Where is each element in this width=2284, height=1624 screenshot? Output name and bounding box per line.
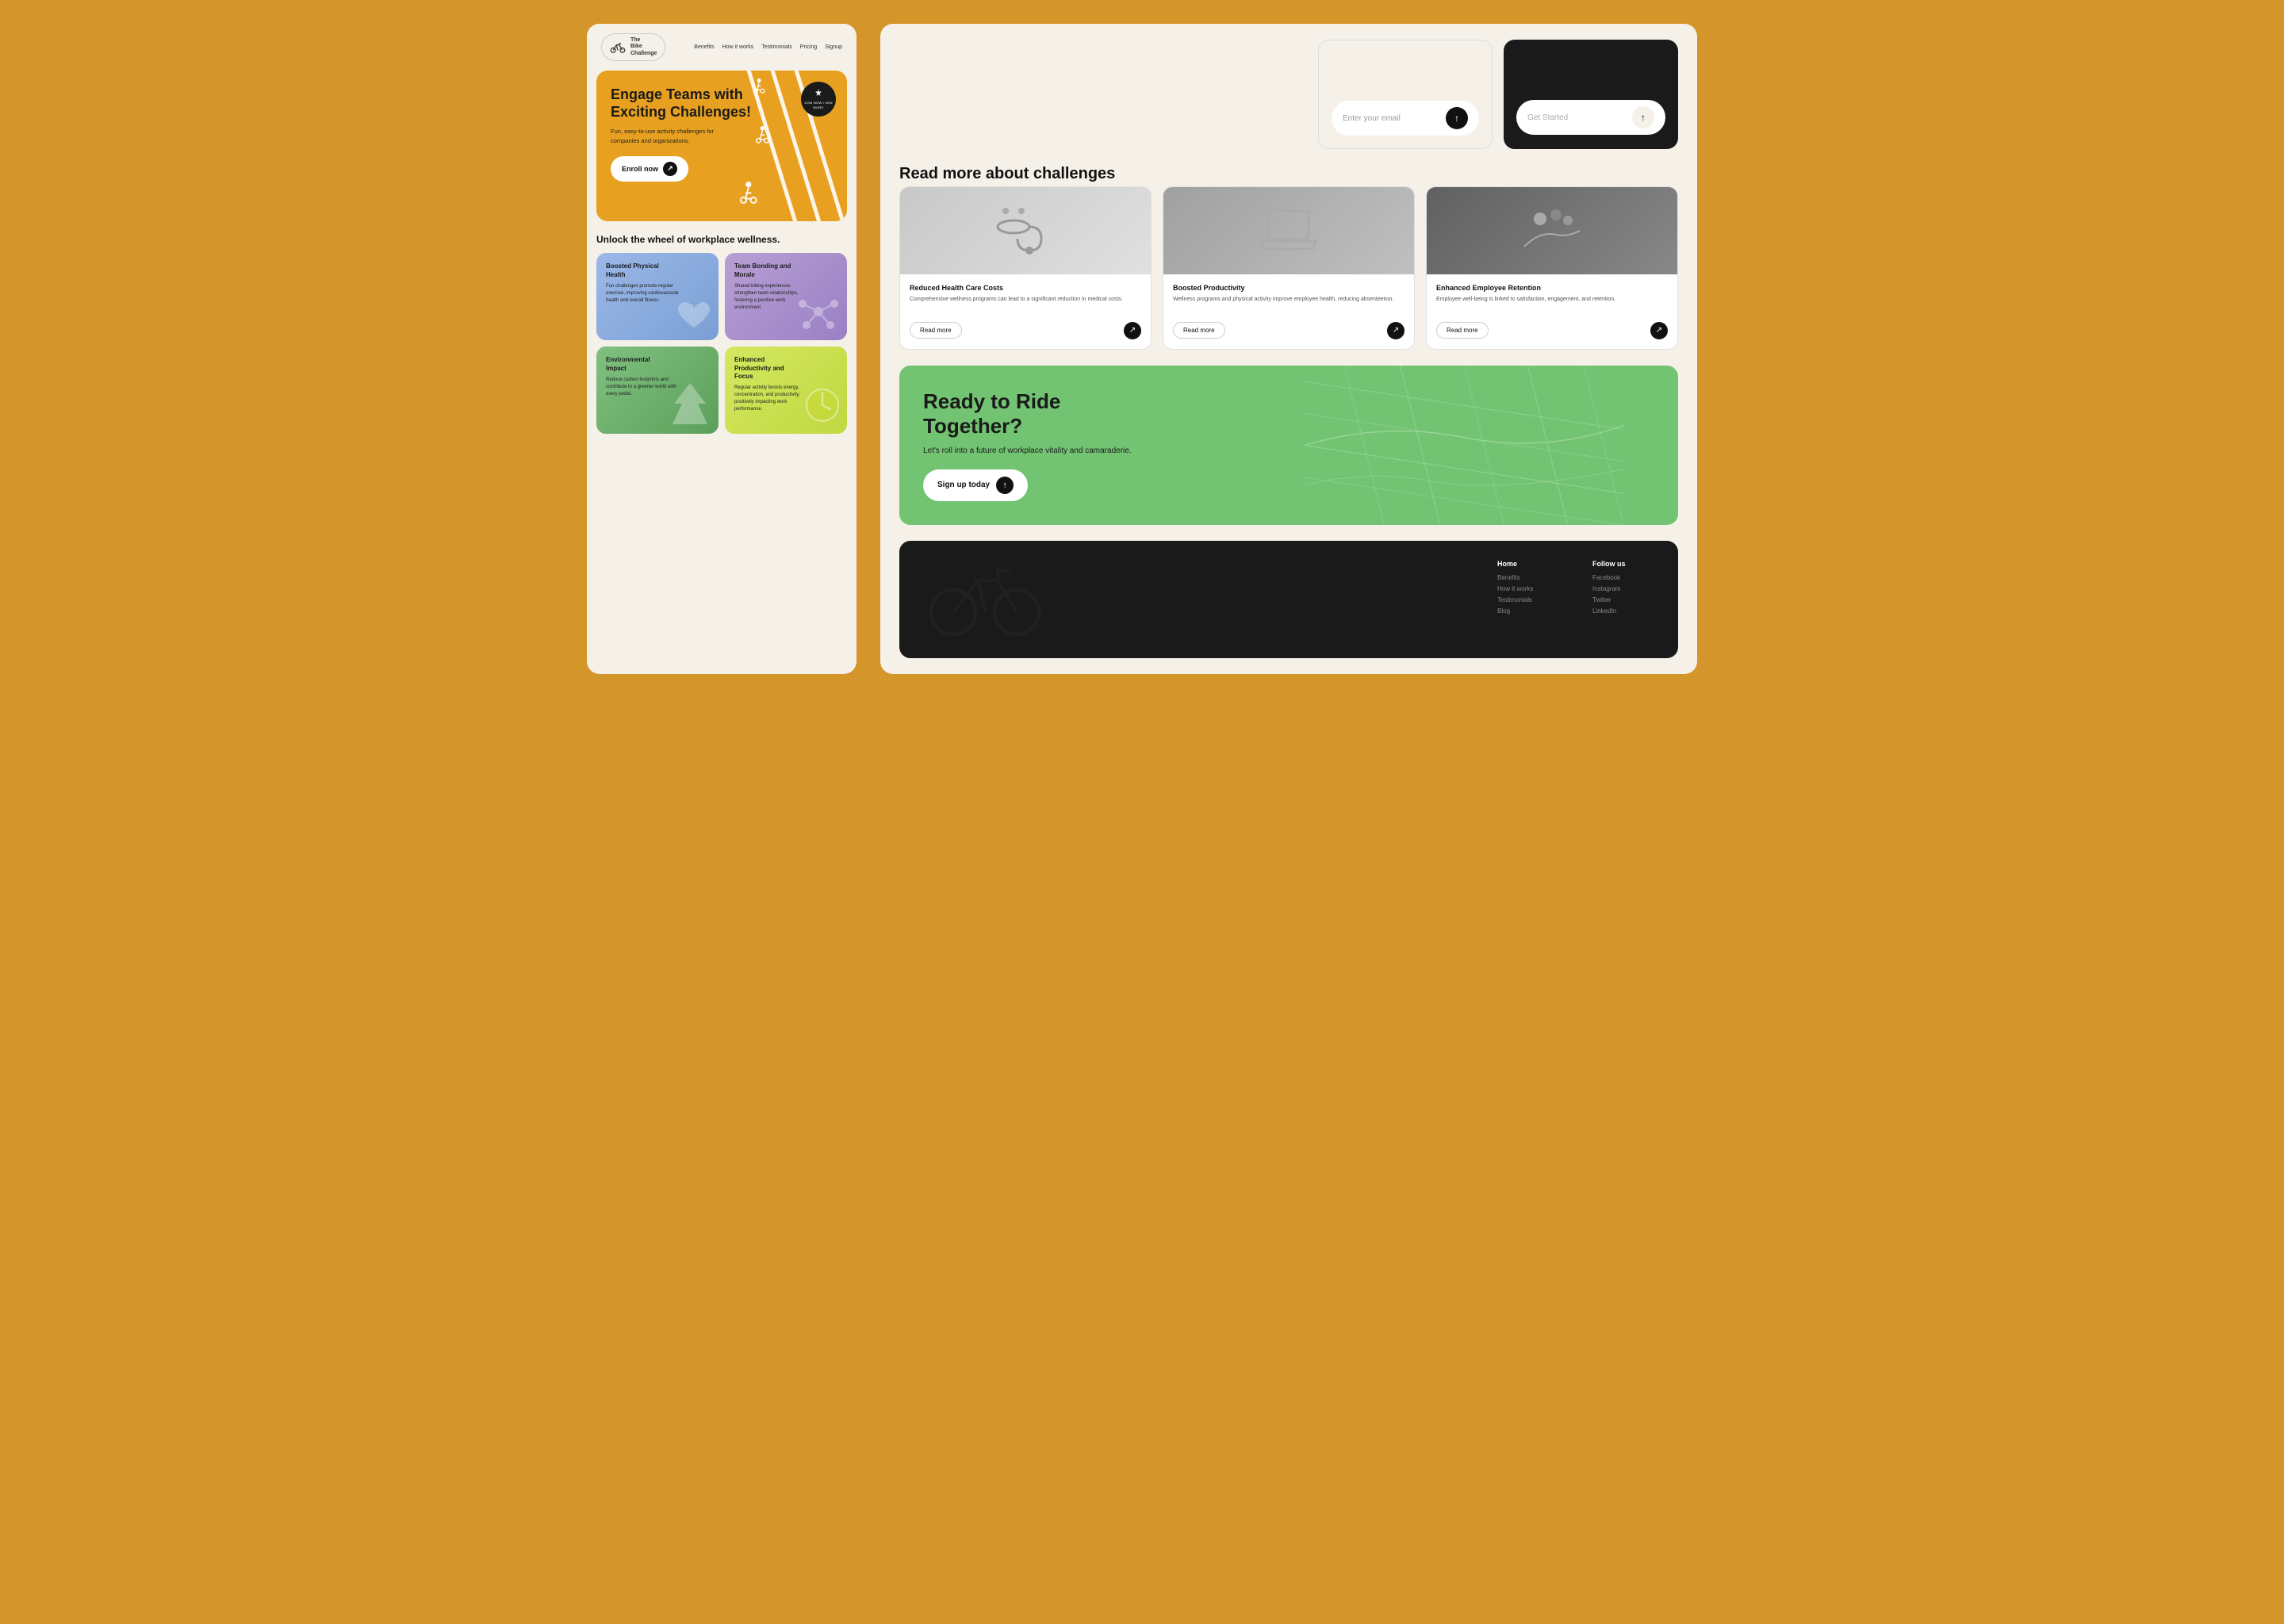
- footer-link-twitter[interactable]: Twitter: [1592, 596, 1656, 603]
- cta-input-dark[interactable]: Get Started ↑: [1516, 100, 1665, 135]
- cta-input-light[interactable]: Enter your email ↑: [1332, 101, 1479, 136]
- card-title: Enhanced Productivity and Focus: [734, 356, 798, 381]
- footer-nav-col: Home Benefits How it works Testimonials …: [1497, 560, 1561, 619]
- challenge-footer-health: Read more ↗: [900, 316, 1151, 349]
- nav-how-it-works[interactable]: How it works: [722, 44, 754, 50]
- logo[interactable]: The Bike Challenge: [601, 33, 665, 61]
- challenge-desc-productivity: Wellness programs and physical activity …: [1173, 296, 1405, 304]
- office-icon: [1520, 203, 1584, 259]
- navbar: The Bike Challenge Benefits How it works…: [587, 24, 856, 71]
- sign-up-today-button[interactable]: Sign up today ↑: [923, 469, 1028, 501]
- challenges-section: Read more about challenges: [899, 165, 1678, 350]
- challenge-img-retention: [1427, 187, 1677, 274]
- read-more-productivity-button[interactable]: Read more: [1173, 322, 1225, 339]
- hero-badge: JOIN NOW • WIN MORE: [801, 82, 836, 117]
- challenge-desc-retention: Employee well-being is linked to satisfa…: [1436, 296, 1668, 304]
- challenge-card-retention: Enhanced Employee Retention Employee wel…: [1426, 186, 1678, 350]
- challenge-card-body-health: Reduced Health Care Costs Comprehensive …: [900, 274, 1151, 316]
- sign-up-arrow-icon: ↑: [996, 477, 1014, 494]
- hero-title: Engage Teams with Exciting Challenges!: [611, 86, 769, 121]
- card-title: Environmental Impact: [606, 356, 669, 373]
- tree-icon: [666, 381, 714, 429]
- card-desc: Fun challenges promote regular exercise,…: [606, 283, 685, 304]
- ready-section: Ready to Ride Together? Let's roll into …: [899, 366, 1678, 525]
- hero-subtitle: Fun, easy-to-use activity challenges for…: [611, 127, 738, 145]
- read-more-health-button[interactable]: Read more: [910, 322, 962, 339]
- card-desc: Regular activity boosts energy, concentr…: [734, 385, 814, 413]
- enroll-now-button[interactable]: Enroll now ↗: [611, 156, 688, 182]
- cta-card-light: Enter your email ↑: [1318, 40, 1493, 149]
- cta-card-dark: Get Started ↑: [1504, 40, 1678, 149]
- challenge-card-body-retention: Enhanced Employee Retention Employee wel…: [1427, 274, 1677, 316]
- footer-link-blog[interactable]: Blog: [1497, 607, 1561, 615]
- challenge-img-productivity: [1163, 187, 1414, 274]
- nav-benefits[interactable]: Benefits: [694, 44, 714, 50]
- card-title: Team Bonding and Morale: [734, 262, 798, 279]
- top-cta-row: Enter your email ↑ Get Started ↑: [899, 40, 1678, 149]
- challenges-grid: Reduced Health Care Costs Comprehensive …: [899, 186, 1678, 350]
- wellness-title: Unlock the wheel of workplace wellness.: [596, 234, 847, 245]
- cta-submit-dark[interactable]: ↑: [1632, 106, 1654, 128]
- challenges-title: Read more about challenges: [899, 165, 1678, 183]
- bike-logo-icon: [610, 42, 626, 53]
- left-panel: The Bike Challenge Benefits How it works…: [587, 24, 856, 674]
- read-more-productivity-arrow[interactable]: ↗: [1387, 322, 1405, 339]
- footer-bike-icon: [922, 560, 1048, 639]
- molecule-icon: [795, 292, 842, 335]
- wellness-card-physical: Boosted Physical Health Fun challenges p…: [596, 253, 719, 340]
- footer: Home Benefits How it works Testimonials …: [899, 541, 1678, 658]
- challenge-title-productivity: Boosted Productivity: [1173, 284, 1405, 292]
- nav-links: Benefits How it works Testimonials Prici…: [694, 44, 842, 50]
- ready-subtitle: Let's roll into a future of workplace vi…: [923, 445, 1145, 457]
- cta-placeholder-light: Enter your email: [1343, 114, 1441, 123]
- nav-signup[interactable]: Signup: [825, 44, 842, 50]
- wellness-card-environmental: Environmental Impact Reduce carbon footp…: [596, 347, 719, 434]
- enroll-label: Enroll now: [622, 165, 658, 173]
- read-more-health-arrow[interactable]: ↗: [1124, 322, 1141, 339]
- wellness-card-bonding: Team Bonding and Morale Shared biking ex…: [725, 253, 847, 340]
- right-panel: Enter your email ↑ Get Started ↑ Read mo…: [880, 24, 1697, 674]
- wellness-grid: Boosted Physical Health Fun challenges p…: [596, 253, 847, 434]
- cta-submit-light[interactable]: ↑: [1446, 107, 1468, 129]
- read-more-retention-button[interactable]: Read more: [1436, 322, 1489, 339]
- star-icon: [814, 88, 823, 98]
- footer-social-title: Follow us: [1592, 560, 1656, 568]
- wellness-section: Unlock the wheel of workplace wellness. …: [587, 221, 856, 443]
- stethoscope-icon: [994, 203, 1057, 259]
- nav-pricing[interactable]: Pricing: [800, 44, 817, 50]
- challenge-card-productivity: Boosted Productivity Wellness programs a…: [1163, 186, 1415, 350]
- footer-social-col: Follow us Facebook Instagram Twitter Lin…: [1592, 560, 1656, 619]
- challenge-title-retention: Enhanced Employee Retention: [1436, 284, 1668, 292]
- footer-link-how-it-works[interactable]: How it works: [1497, 585, 1561, 592]
- clock-icon: [803, 385, 842, 429]
- enroll-arrow-icon: ↗: [663, 162, 677, 176]
- footer-link-linkedin[interactable]: LinkedIn: [1592, 607, 1656, 615]
- logo-text: The Bike Challenge: [630, 37, 657, 57]
- footer-nav-title: Home: [1497, 560, 1561, 568]
- ready-title: Ready to Ride Together?: [923, 389, 1161, 439]
- challenge-title-health: Reduced Health Care Costs: [910, 284, 1141, 292]
- heart-cross-icon: [674, 300, 714, 335]
- footer-link-facebook[interactable]: Facebook: [1592, 574, 1656, 581]
- challenge-footer-productivity: Read more ↗: [1163, 316, 1414, 349]
- read-more-retention-arrow[interactable]: ↗: [1650, 322, 1668, 339]
- wellness-card-productivity: Enhanced Productivity and Focus Regular …: [725, 347, 847, 434]
- footer-link-benefits[interactable]: Benefits: [1497, 574, 1561, 581]
- footer-link-instagram[interactable]: Instagram: [1592, 585, 1656, 592]
- badge-text: JOIN NOW • WIN MORE: [801, 101, 836, 111]
- laptop-icon: [1257, 203, 1320, 259]
- hero-section: JOIN NOW • WIN MORE Engage Teams with Ex…: [596, 71, 847, 221]
- challenge-footer-retention: Read more ↗: [1427, 316, 1677, 349]
- cta-get-started-label: Get Started: [1527, 113, 1627, 122]
- challenge-card-health: Reduced Health Care Costs Comprehensive …: [899, 186, 1152, 350]
- challenge-img-health: [900, 187, 1151, 274]
- challenge-desc-health: Comprehensive wellness programs can lead…: [910, 296, 1141, 304]
- map-overlay: [1250, 366, 1678, 525]
- sign-up-label: Sign up today: [937, 481, 990, 489]
- card-title: Boosted Physical Health: [606, 262, 669, 279]
- challenge-card-body-productivity: Boosted Productivity Wellness programs a…: [1163, 274, 1414, 316]
- nav-testimonials[interactable]: Testimonials: [761, 44, 792, 50]
- footer-link-testimonials[interactable]: Testimonials: [1497, 596, 1561, 603]
- footer-bike-illustration: [922, 560, 1466, 639]
